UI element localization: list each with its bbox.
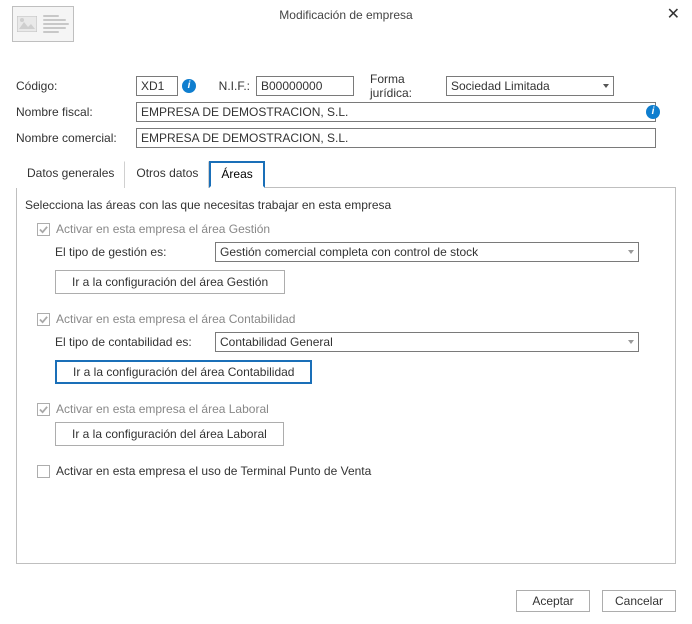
tab-datos-generales[interactable]: Datos generales	[16, 161, 125, 188]
tipo-gestion-value	[215, 242, 639, 262]
checkbox-laboral-label: Activar en esta empresa el área Laboral	[56, 402, 269, 416]
tipo-contabilidad-select	[215, 332, 639, 352]
info-icon[interactable]: i	[646, 105, 660, 119]
tab-otros-datos[interactable]: Otros datos	[125, 161, 209, 188]
template-thumbnail-icon[interactable]	[12, 6, 74, 42]
checkbox-tpv[interactable]	[37, 465, 50, 478]
nombre-comercial-label: Nombre comercial:	[16, 131, 136, 145]
checkbox-contabilidad	[37, 313, 50, 326]
forma-juridica-value[interactable]	[446, 76, 614, 96]
close-icon[interactable]: ✕	[667, 4, 680, 24]
info-icon[interactable]: i	[182, 79, 196, 93]
tipo-contabilidad-label: El tipo de contabilidad es:	[55, 335, 215, 349]
dialog-modificacion-empresa: ✕ Modificación de empresa Código: i N.I.…	[0, 0, 692, 624]
tipo-gestion-select	[215, 242, 639, 262]
checkbox-contabilidad-label: Activar en esta empresa el área Contabil…	[56, 312, 295, 326]
config-gestion-button[interactable]: Ir a la configuración del área Gestión	[55, 270, 285, 294]
codigo-label: Código:	[16, 79, 136, 93]
tab-areas[interactable]: Áreas	[209, 161, 264, 188]
nif-input[interactable]	[256, 76, 354, 96]
forma-juridica-label: Forma jurídica:	[354, 72, 446, 100]
config-laboral-button[interactable]: Ir a la configuración del área Laboral	[55, 422, 284, 446]
nombre-fiscal-label: Nombre fiscal:	[16, 105, 136, 119]
tipo-contabilidad-value	[215, 332, 639, 352]
accept-button[interactable]: Aceptar	[516, 590, 590, 612]
checkbox-tpv-label: Activar en esta empresa el uso de Termin…	[56, 464, 371, 478]
areas-intro: Selecciona las áreas con las que necesit…	[25, 198, 667, 212]
checkbox-gestion	[37, 223, 50, 236]
tipo-gestion-label: El tipo de gestión es:	[55, 245, 215, 259]
codigo-input[interactable]	[136, 76, 178, 96]
tab-content-areas: Selecciona las áreas con las que necesit…	[16, 188, 676, 564]
checkbox-laboral	[37, 403, 50, 416]
nif-label: N.I.F.:	[218, 79, 256, 93]
nombre-comercial-input[interactable]	[136, 128, 656, 148]
checkbox-gestion-label: Activar en esta empresa el área Gestión	[56, 222, 270, 236]
forma-juridica-select[interactable]	[446, 76, 614, 96]
nombre-fiscal-input[interactable]	[136, 102, 656, 122]
tab-bar: Datos generales Otros datos Áreas	[16, 160, 676, 188]
config-contabilidad-button[interactable]: Ir a la configuración del área Contabili…	[55, 360, 312, 384]
dialog-title: Modificación de empresa	[16, 6, 676, 30]
cancel-button[interactable]: Cancelar	[602, 590, 676, 612]
